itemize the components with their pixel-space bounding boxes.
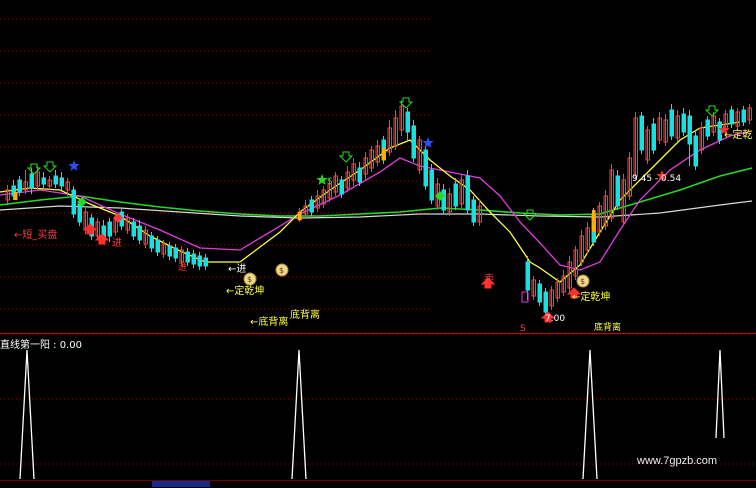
candle-body <box>441 189 446 211</box>
candle-body <box>149 235 154 249</box>
s-marker-1: S <box>327 177 333 187</box>
candle-body <box>543 291 548 313</box>
indicator-spike <box>582 349 598 479</box>
signal-label-enter: 进 <box>112 237 122 249</box>
candle-body <box>191 253 196 265</box>
candle-body <box>423 149 428 187</box>
candle-body <box>309 199 314 213</box>
candlestick-chart[interactable]: $ $ $ ←短_买盘 进 进 ←进 ←定乾坤 底背离 ←底背离 卖 ←定乾坤 ←定… <box>0 0 756 333</box>
star-icon <box>68 160 80 171</box>
ma-line-10 <box>0 121 741 283</box>
candle-body <box>59 177 64 187</box>
signal-label-dingqiankun-2: ←定乾坤 <box>572 290 610 303</box>
money-bag-icon-glyph: $ <box>580 277 585 286</box>
signal-label-divergence: 底背离 <box>290 308 320 321</box>
candle-body <box>669 109 674 137</box>
site-watermark: www.7gpzb.com <box>637 455 718 467</box>
star-icon <box>316 174 328 185</box>
candle-body <box>131 221 136 237</box>
candle-body <box>705 119 710 137</box>
candle-body <box>687 115 692 145</box>
signal-label-divergence-3: 底背离 <box>594 321 621 333</box>
star-icon <box>422 137 434 148</box>
candle-body <box>453 183 458 207</box>
candle-body <box>537 283 542 303</box>
candle-body <box>651 123 656 151</box>
indicator-spike <box>715 349 725 439</box>
signal-label-dingqiankun: ←定乾坤 <box>226 284 264 297</box>
candle-body <box>339 179 344 195</box>
candle-body <box>77 203 82 223</box>
candle-body <box>429 169 434 201</box>
signal-label-enter-3: ←进 <box>228 263 246 275</box>
down-arrow-icon <box>704 105 720 117</box>
candle-body <box>53 175 58 185</box>
indicator-spike <box>19 349 35 479</box>
signal-label-enter-2: 进 <box>178 262 187 273</box>
highlight-candle <box>592 210 596 232</box>
highlight-candle <box>298 212 302 220</box>
candle-body <box>525 261 530 291</box>
signal-label-dingqian: ←定乾 <box>724 128 752 141</box>
candle-body <box>411 125 416 159</box>
down-arrow-icon <box>42 161 58 173</box>
candle-body <box>203 257 208 267</box>
candle-body <box>17 179 22 193</box>
money-bag-icon-glyph: $ <box>279 266 284 275</box>
candle-body <box>639 115 644 151</box>
candle-body <box>173 247 178 259</box>
down-arrow-icon <box>338 151 354 163</box>
candle-body <box>717 121 722 141</box>
candle-body <box>615 175 620 207</box>
candle-body <box>41 177 46 185</box>
candle-body <box>693 135 698 167</box>
candle-body <box>29 173 34 189</box>
candlestick-chart-pane[interactable]: $ $ $ ←短_买盘 进 进 ←进 ←定乾坤 底背离 ←底背离 卖 ←定乾坤 ←定… <box>0 0 756 333</box>
candle-body <box>741 109 746 123</box>
candle-body <box>137 225 142 241</box>
price-range-label: 9.45 - 0.54 <box>632 174 681 184</box>
candle-body <box>729 109 734 125</box>
signal-label-divergence-2: ←底背离 <box>250 315 288 328</box>
candle-body <box>465 175 470 211</box>
candle-body <box>167 245 172 257</box>
candle-body <box>185 251 190 263</box>
candle-body <box>197 255 202 267</box>
date-cursor-tag <box>152 481 210 487</box>
highlight-candle <box>382 148 386 160</box>
candle-body <box>107 221 112 237</box>
candle-body <box>681 113 686 133</box>
candle-body <box>471 199 476 223</box>
signal-label-sell: 卖 <box>484 273 494 285</box>
candle-body <box>155 239 160 253</box>
candle-body <box>405 111 410 133</box>
price-low-label: 7.00 <box>545 314 565 324</box>
candle-body <box>71 189 76 215</box>
signal-label-short-buy: ←短_买盘 <box>14 228 57 241</box>
indicator-spike <box>291 349 307 479</box>
highlight-candle <box>14 192 18 200</box>
s-marker-2: S <box>520 324 526 333</box>
money-bag-icon-glyph: $ <box>247 275 252 284</box>
ma-line-120 <box>0 200 753 219</box>
candle-body <box>357 167 362 183</box>
